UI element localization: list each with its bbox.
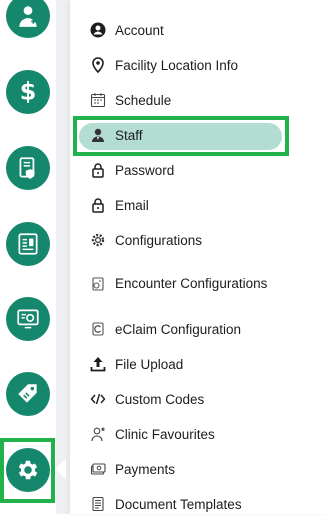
menu-item-password[interactable]: Password (86, 158, 297, 182)
gear-icon[interactable] (6, 448, 50, 492)
menu-item-encounter-configurations[interactable]: Encounter Configurations (86, 264, 297, 304)
report-icon[interactable] (6, 222, 50, 266)
menu-item-eclaim-configuration[interactable]: eClaim Configuration (86, 317, 297, 341)
upload-icon (90, 356, 106, 372)
menu-item-staff[interactable]: Staff (86, 123, 297, 147)
clinic-favourites-icon (90, 426, 106, 442)
document-template-icon (90, 496, 106, 512)
menu-item-document-templates[interactable]: Document Templates (86, 492, 297, 516)
menu-item-custom-codes[interactable]: Custom Codes (86, 387, 297, 411)
payments-icon (90, 461, 106, 477)
eclaim-icon (90, 321, 106, 337)
calendar-icon (90, 92, 106, 108)
lock-icon (90, 197, 106, 213)
active-pointer (56, 458, 66, 480)
cog-icon (90, 232, 106, 248)
code-icon (90, 391, 106, 407)
menu-item-schedule[interactable]: Schedule (86, 88, 297, 112)
location-pin-icon (90, 57, 106, 73)
menu-item-configurations[interactable]: Configurations (86, 228, 297, 252)
menu-item-facility-location-info[interactable]: Facility Location Info (86, 53, 297, 77)
svg-text:$: $ (20, 79, 37, 105)
menu-item-account[interactable]: Account (86, 18, 297, 42)
document-shield-icon[interactable] (6, 146, 50, 190)
network-settings-icon[interactable] (6, 297, 50, 341)
menu-item-payments[interactable]: Payments (86, 457, 297, 481)
menu-item-clinic-favourites[interactable]: Clinic Favourites (86, 422, 297, 446)
lock-icon (90, 162, 106, 178)
menu-item-file-upload[interactable]: File Upload (86, 352, 297, 376)
rail-divider (56, 0, 70, 514)
icon-rail: $ (0, 0, 56, 514)
menu-item-email[interactable]: Email (86, 193, 297, 217)
staff-icon (90, 127, 106, 143)
discount-tag-icon[interactable] (6, 372, 50, 416)
account-circle-icon (90, 22, 106, 38)
doctor-icon[interactable] (6, 0, 50, 38)
encounter-config-icon (90, 276, 106, 292)
dollar-icon[interactable]: $ (6, 70, 50, 114)
